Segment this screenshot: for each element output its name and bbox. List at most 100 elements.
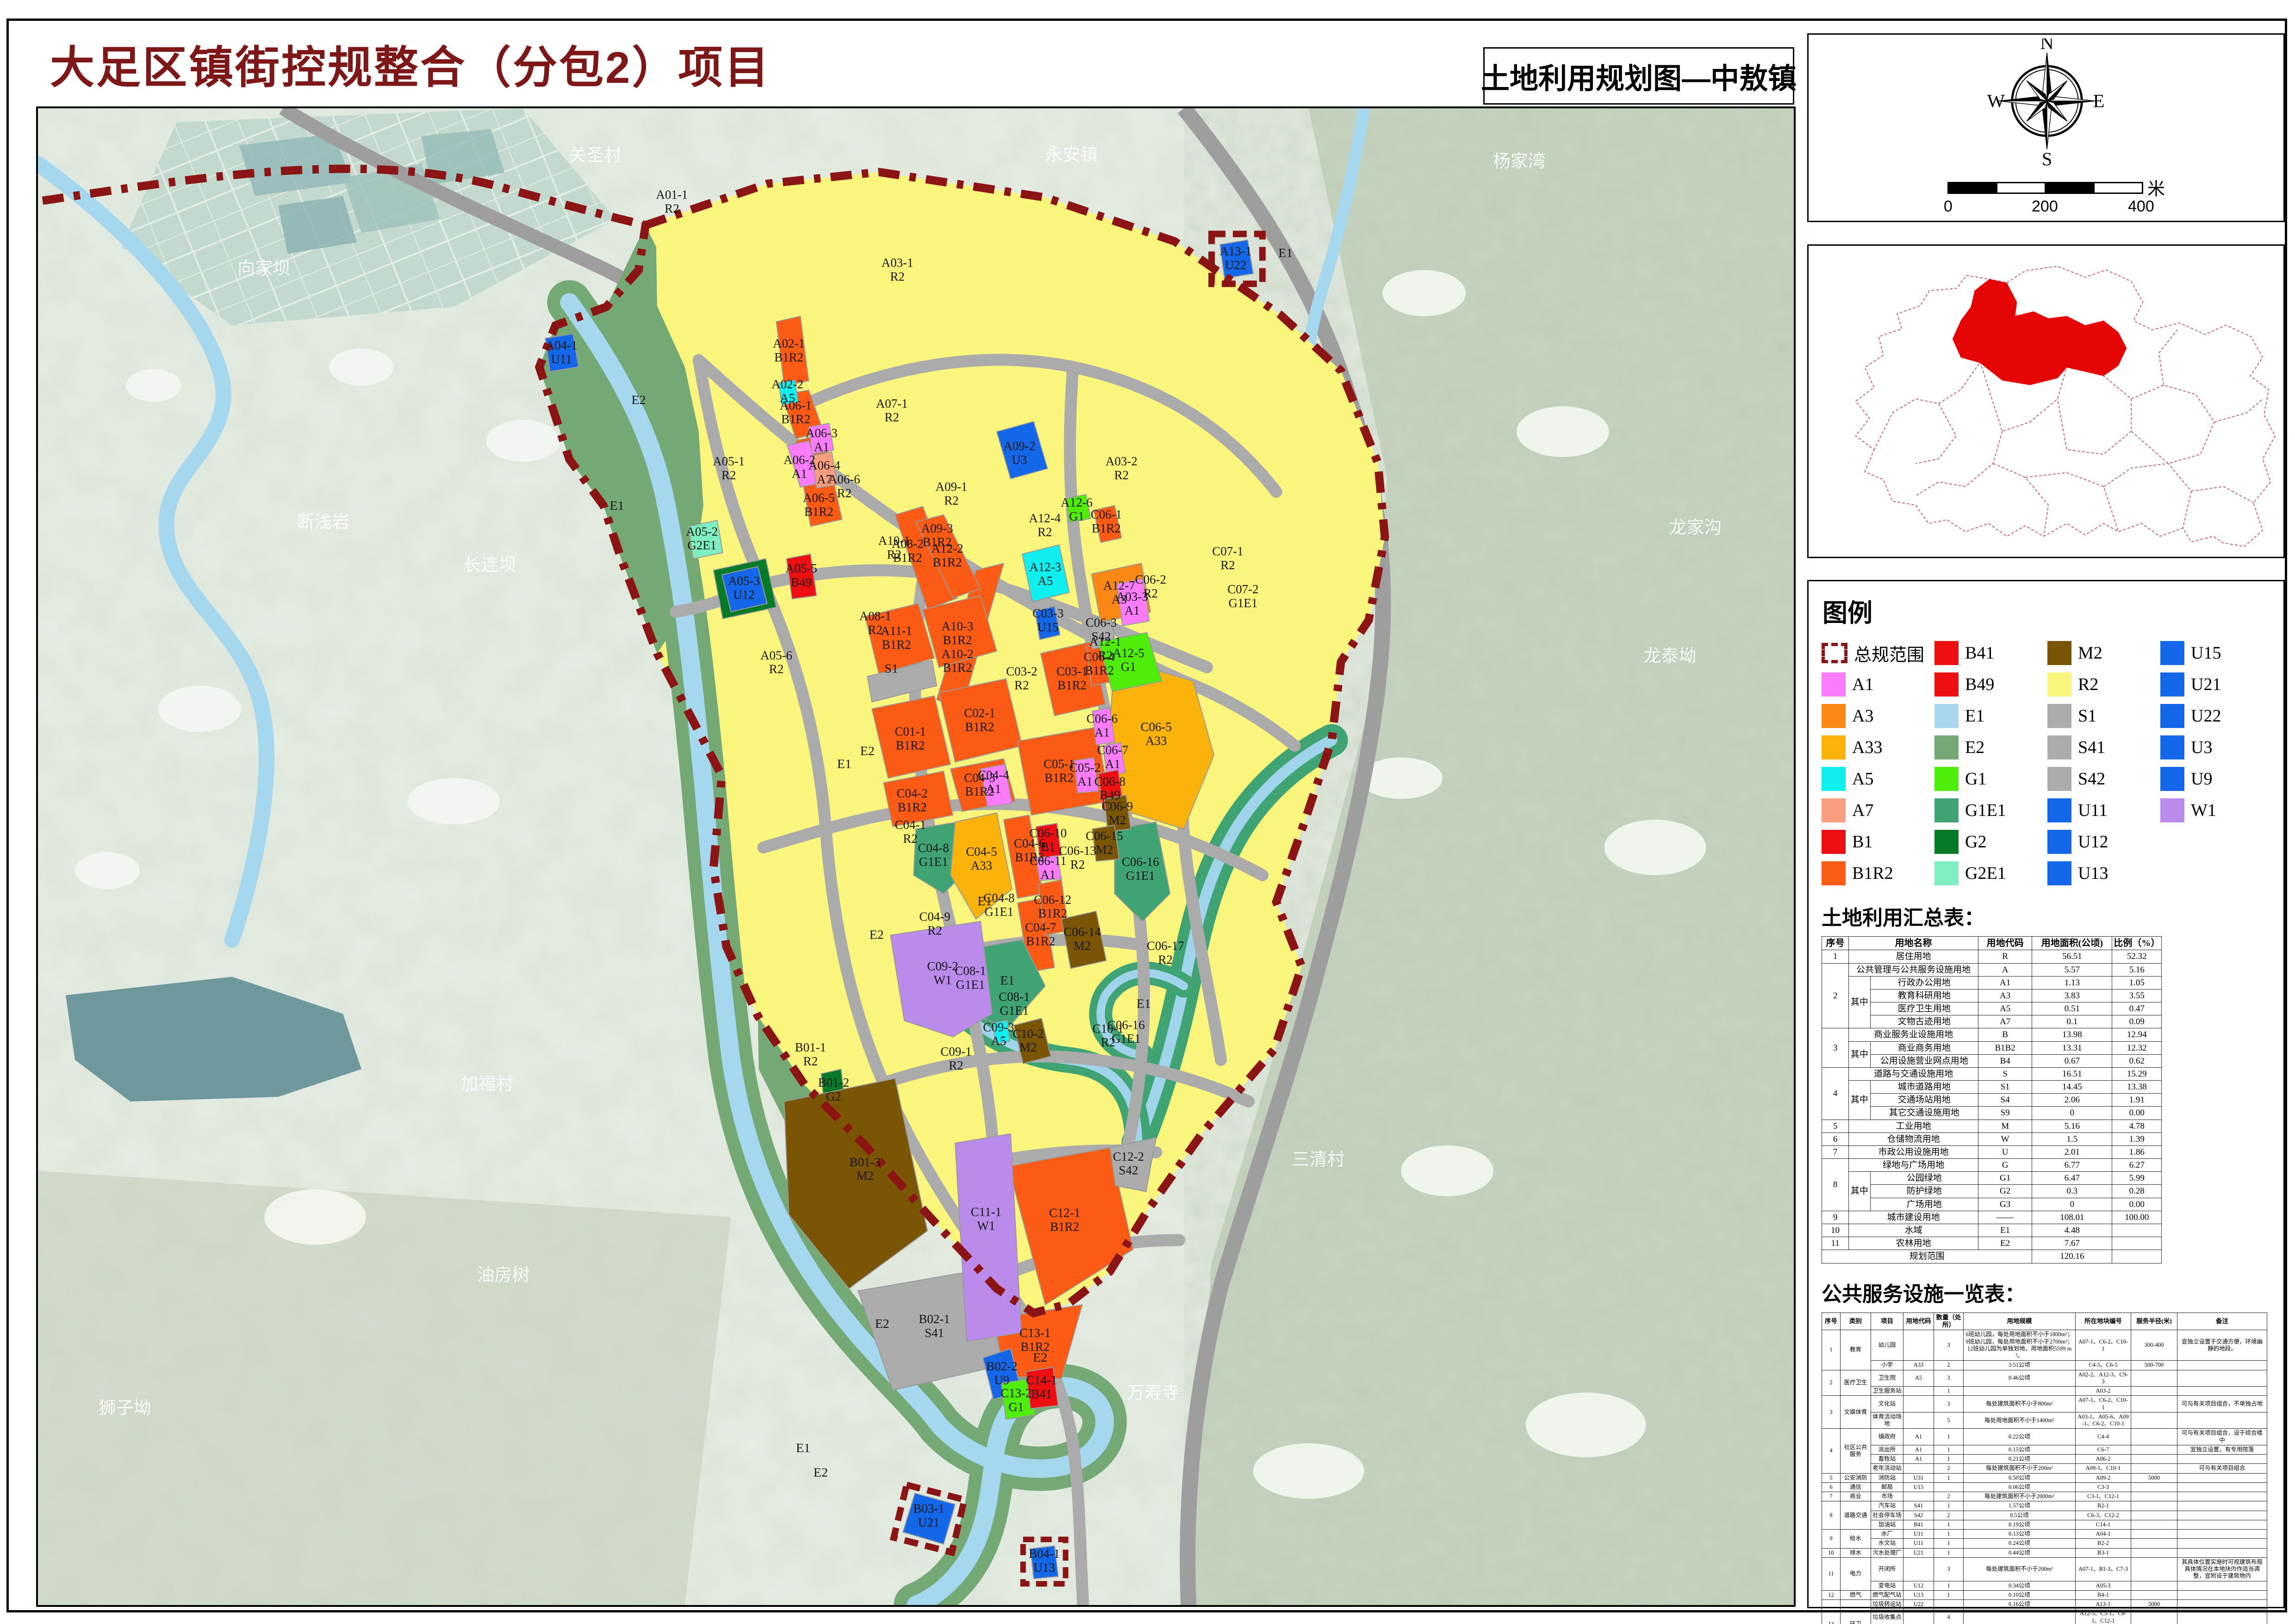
color-swatch xyxy=(2047,830,2071,854)
table-cell: 1 xyxy=(1934,1590,1964,1599)
legend-label: U11 xyxy=(2078,800,2108,821)
table-header-cell: 用地面积(公顷) xyxy=(2032,937,2112,950)
color-swatch xyxy=(1822,672,1846,697)
table-cell: 可与有关项目组合 xyxy=(2177,1464,2267,1473)
place-label-万寿寺: 万寿寺 xyxy=(1127,1383,1180,1403)
table-cell: 仓储物流用地 xyxy=(1849,1132,1978,1145)
table-cell xyxy=(2177,1600,2267,1609)
table-cell: C3-3 xyxy=(2076,1482,2131,1492)
table-cell: 0.19公顷 xyxy=(1964,1520,2076,1529)
table-cell: U12 xyxy=(1903,1581,1934,1590)
table-cell: 3 xyxy=(1822,1028,1849,1068)
table-cell: 52.32 xyxy=(2112,950,2162,963)
table-cell: 燃气 xyxy=(1841,1590,1871,1599)
table-cell xyxy=(1903,1492,1934,1501)
table-cell: 2.01 xyxy=(2032,1145,2112,1158)
area-label-E2: E2 xyxy=(875,1317,889,1331)
area-label-E1: E1 xyxy=(796,1441,810,1456)
place-label-油房树: 油房树 xyxy=(477,1265,530,1285)
table-cell: 教育科研用地 xyxy=(1870,989,1978,1002)
table-cell: 120.16 xyxy=(2032,1250,2112,1263)
table-cell: —— xyxy=(1978,1211,2032,1224)
table-cell: 0.44公顷 xyxy=(1964,1548,2076,1557)
legend-item-U3: U3 xyxy=(2160,734,2270,761)
table-cell: 0.24公顷 xyxy=(1964,1539,2076,1548)
table-cell: 水厂 xyxy=(1871,1530,1903,1539)
table-cell: 5 xyxy=(1934,1412,1964,1429)
table-cell: 道路交通 xyxy=(1841,1501,1871,1530)
parcel-label-C06-12: C06-12B1R2 xyxy=(1034,893,1071,921)
lu-table: 序号用地名称用地代码用地面积(公顷)比例（%）1居住用地R56.5152.322… xyxy=(1822,936,2162,1263)
place-label-三清村: 三清村 xyxy=(1292,1150,1345,1170)
table-cell: U21 xyxy=(1903,1548,1934,1557)
table-header-cell: 数量（处所） xyxy=(1934,1313,1964,1330)
legend-item-U13: U13 xyxy=(2047,859,2158,887)
table-cell: S9 xyxy=(1978,1107,2032,1120)
table-cell: C4-4 xyxy=(2076,1429,2131,1445)
color-swatch xyxy=(2160,641,2184,665)
table-cell xyxy=(2177,1473,2267,1482)
table-cell: 108.01 xyxy=(2032,1211,2112,1224)
table-cell: B xyxy=(1978,1028,2032,1041)
table-cell: 4 xyxy=(1822,1429,1841,1473)
table-cell: 7 xyxy=(1822,1492,1841,1501)
table-cell xyxy=(2177,1370,2267,1387)
land-use-table-title: 土地利用汇总表： xyxy=(1822,901,2270,931)
color-swatch xyxy=(1934,735,1959,759)
legend-item-B41: B41 xyxy=(1934,639,2045,667)
table-cell: 5000 xyxy=(2131,1473,2177,1482)
place-label-龙泰坳: 龙泰坳 xyxy=(1644,647,1697,666)
main-map-frame: 关圣村永安镇杨家湾向家坝断浅岩长连坝龙家沟龙泰坳加福村三清村万寿寺狮子坳油房树 … xyxy=(36,106,1796,1607)
legend-title: 图例 xyxy=(1822,592,2270,629)
table-cell: 12.94 xyxy=(2112,1028,2162,1041)
table-cell: R xyxy=(1978,950,2032,963)
table-cell: 0.3 xyxy=(2032,1185,2112,1198)
table-cell: 56.51 xyxy=(2032,950,2112,963)
table-header-cell: 备注 xyxy=(2177,1313,2267,1330)
table-cell: 0.5公顷 xyxy=(1964,1511,2076,1520)
legend-label: A33 xyxy=(1852,737,1882,758)
table-cell xyxy=(2112,1250,2162,1263)
compass-rose-icon: N E S W xyxy=(1961,38,2133,168)
table-cell: 宜独立设置于交通方便，环境幽静的地段。 xyxy=(2177,1330,2267,1361)
table-cell: B41 xyxy=(1903,1520,1934,1529)
district-subline xyxy=(2025,473,2118,532)
table-cell: B4 xyxy=(1978,1054,2032,1067)
legend-label: U12 xyxy=(2078,832,2108,852)
table-cell: 商业商务用地 xyxy=(1870,1041,1978,1054)
table-cell: 水文站 xyxy=(1871,1539,1903,1548)
table-cell: B1B2 xyxy=(1978,1041,2032,1054)
scale-segment xyxy=(2045,182,2095,194)
table-cell: 每处建筑面积不小于2000m² xyxy=(1964,1492,2076,1501)
fac-table: 序号类别项目用地代码数量（处所）用地规模所在地块编号服务半径(米)备注1教育幼儿… xyxy=(1822,1313,2267,1624)
table-cell: 0.46公顷 xyxy=(1964,1370,2076,1387)
table-header-cell: 服务半径(米) xyxy=(2131,1313,2177,1330)
table-cell: 5.16 xyxy=(2112,963,2162,976)
table-cell: G xyxy=(1978,1159,2032,1172)
color-swatch xyxy=(1822,735,1846,759)
legend-label: A7 xyxy=(1852,800,1873,821)
table-cell: 3.83 xyxy=(2032,989,2112,1002)
table-header-cell: 序号 xyxy=(1822,937,1849,950)
table-cell: 1.39 xyxy=(2112,1132,2162,1145)
district-subline xyxy=(1916,404,1956,463)
table-header-cell: 比例（%） xyxy=(2112,937,2162,950)
table-cell: 可与有关项目组合，设于综合楼中 xyxy=(2177,1429,2267,1445)
table-cell: E2 xyxy=(1978,1237,2032,1250)
color-swatch xyxy=(1822,861,1846,885)
map-subtitle: 土地利用规划图—中敖镇 xyxy=(1483,47,1794,105)
area-label-E1: E1 xyxy=(837,757,852,771)
table-cell: 商业服务业设施用地 xyxy=(1849,1028,1978,1041)
table-cell xyxy=(2131,1429,2177,1445)
table-cell: 1.86 xyxy=(2112,1145,2162,1158)
table-cell: M xyxy=(1978,1120,2032,1132)
table-cell: 消防站 xyxy=(1871,1473,1903,1482)
table-cell: 其中 xyxy=(1849,976,1870,1028)
table-cell: 变电站 xyxy=(1871,1581,1903,1590)
table-cell: 3 xyxy=(1934,1330,1964,1361)
table-cell xyxy=(2131,1464,2177,1473)
color-swatch xyxy=(1934,861,1959,885)
compass-e: E xyxy=(2093,91,2105,112)
table-cell: 1 xyxy=(1934,1530,1964,1539)
table-cell: 0.51 xyxy=(2032,1002,2112,1015)
